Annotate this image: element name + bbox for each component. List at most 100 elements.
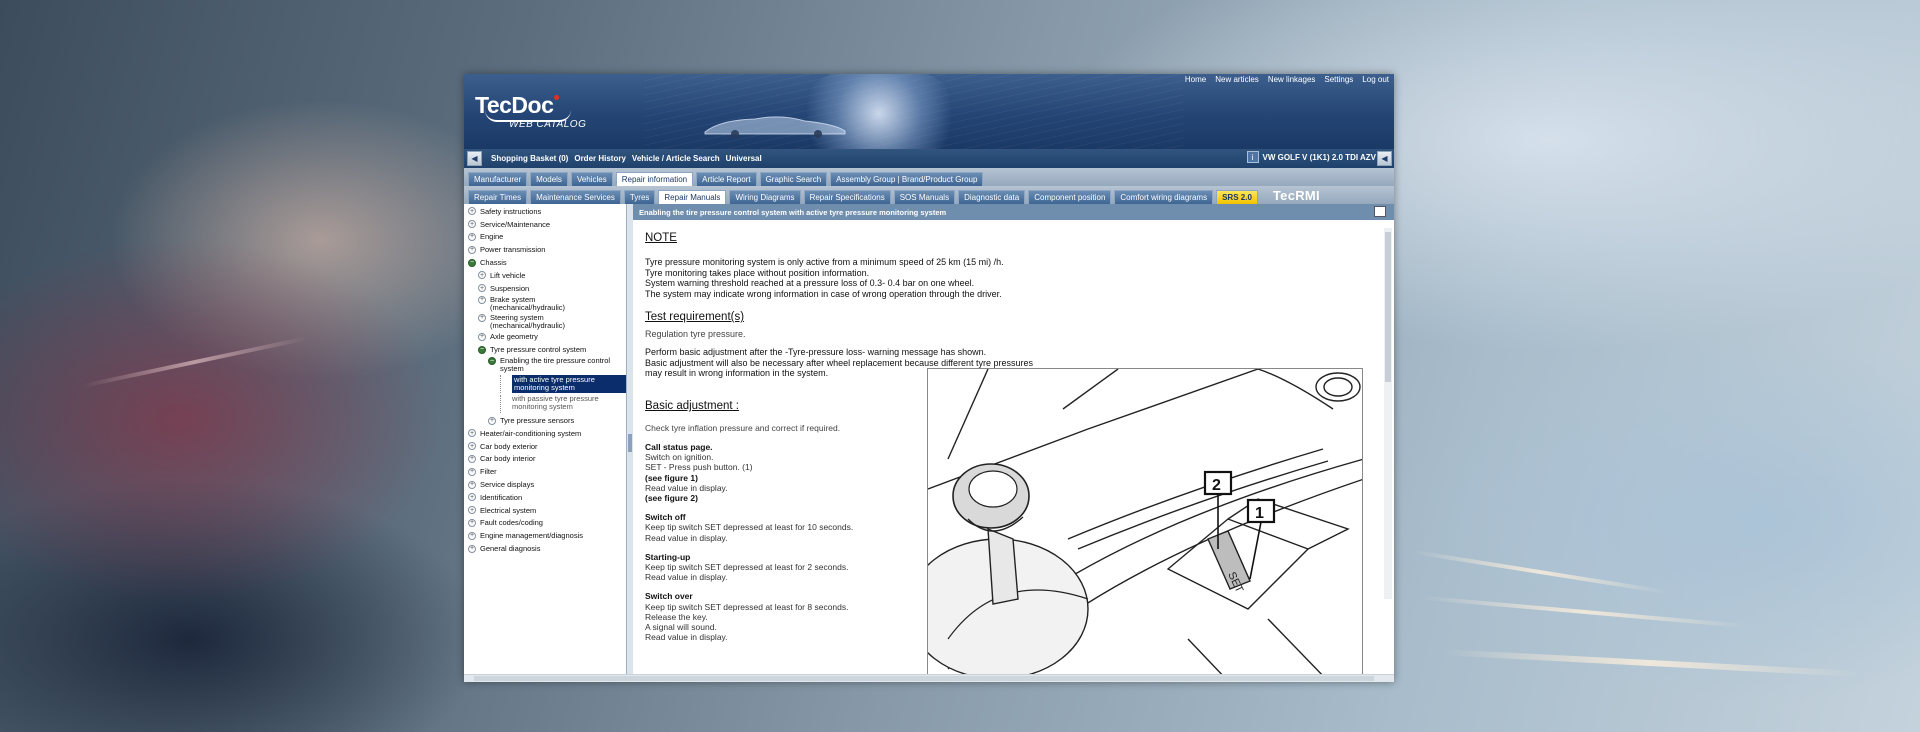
tab-assembly-group[interactable]: Assembly Group | Brand/Product Group bbox=[830, 172, 984, 186]
shopping-basket-link[interactable]: Shopping Basket (0) bbox=[491, 154, 568, 163]
tree-item-label: Steering system (mechanical/hydraulic) bbox=[490, 312, 566, 330]
vehicle-article-search-link[interactable]: Vehicle / Article Search bbox=[632, 154, 720, 163]
tree-item[interactable]: − Tyre pressure control system bbox=[464, 343, 626, 356]
tree-item[interactable]: − Chassis bbox=[464, 256, 626, 269]
expand-icon[interactable]: + bbox=[468, 220, 476, 229]
expand-icon[interactable]: + bbox=[488, 416, 496, 425]
tree-item[interactable]: + Electrical system bbox=[464, 504, 626, 517]
tab-maintenance-services[interactable]: Maintenance Services bbox=[530, 190, 621, 204]
tree-item[interactable]: + Engine management/diagnosis bbox=[464, 529, 626, 542]
tab-article-report[interactable]: Article Report bbox=[696, 172, 757, 186]
expand-icon[interactable]: + bbox=[468, 518, 476, 527]
tree-item-label: with active tyre pressure monitoring sys… bbox=[512, 375, 626, 394]
universal-link[interactable]: Universal bbox=[726, 154, 762, 163]
expand-icon[interactable]: + bbox=[478, 295, 486, 304]
horizontal-scrollbar[interactable] bbox=[464, 674, 1394, 682]
selected-vehicle[interactable]: i VW GOLF V (1K1) 2.0 TDI AZV bbox=[1246, 151, 1377, 163]
tab-repair-times[interactable]: Repair Times bbox=[468, 190, 528, 204]
vertical-scrollbar[interactable] bbox=[1384, 228, 1392, 599]
collapse-arrow-icon[interactable]: ◀ bbox=[1377, 151, 1392, 166]
collapse-icon[interactable]: − bbox=[468, 258, 476, 267]
tab-repair-information[interactable]: Repair information bbox=[615, 172, 694, 186]
tree-item[interactable]: + Lift vehicle bbox=[464, 269, 626, 282]
tab-repair-specifications[interactable]: Repair Specifications bbox=[803, 190, 891, 204]
tree-item[interactable]: + Axle geometry bbox=[464, 331, 626, 344]
step-line: Read value in display. bbox=[645, 572, 728, 583]
expand-icon[interactable]: + bbox=[468, 245, 476, 254]
tab-diagnostic-data[interactable]: Diagnostic data bbox=[958, 190, 1026, 204]
home-link[interactable]: Home bbox=[1185, 75, 1206, 84]
expand-icon[interactable]: + bbox=[468, 429, 476, 438]
app-header: TecDoc WEB CATALOG Home New articles New… bbox=[464, 74, 1394, 149]
tab-vehicles[interactable]: Vehicles bbox=[570, 172, 613, 186]
tree-item[interactable]: − Enabling the tire pressure control syst… bbox=[464, 356, 626, 374]
expand-icon[interactable]: + bbox=[478, 313, 486, 322]
tree-item[interactable]: + General diagnosis bbox=[464, 542, 626, 555]
expand-icon[interactable]: + bbox=[468, 544, 476, 553]
callout-1: 1 bbox=[1255, 505, 1264, 522]
document-pane: Enabling the tire pressure control syste… bbox=[633, 204, 1394, 682]
tree-item[interactable]: + Steering system (mechanical/hydraulic) bbox=[464, 313, 626, 331]
tab-wiring-diagrams[interactable]: Wiring Diagrams bbox=[729, 190, 801, 204]
instruction-step: Call status page. Switch on ignition. SET … bbox=[645, 442, 915, 503]
expand-icon[interactable]: + bbox=[468, 506, 476, 515]
tree-item[interactable]: with passive tyre pressure monitoring sy… bbox=[464, 394, 626, 414]
tree-item[interactable]: + Tyre pressure sensors bbox=[464, 414, 626, 427]
vehicle-info-icon[interactable]: i bbox=[1246, 151, 1259, 163]
tab-srs[interactable]: SRS 2.0 bbox=[1216, 190, 1258, 204]
expand-icon[interactable]: + bbox=[478, 284, 486, 293]
tree-item[interactable]: + Fault codes/coding bbox=[464, 517, 626, 530]
tree-item[interactable]: + Service displays bbox=[464, 478, 626, 491]
scrollbar-thumb[interactable] bbox=[1385, 232, 1391, 382]
print-icon[interactable] bbox=[1374, 206, 1386, 217]
tree-item-label: Service/Maintenance bbox=[480, 219, 551, 229]
expand-icon[interactable]: + bbox=[468, 493, 476, 502]
tree-item[interactable]: + Power transmission bbox=[464, 243, 626, 256]
tab-manufacturer[interactable]: Manufacturer bbox=[468, 172, 528, 186]
tab-comfort-wiring-diagrams[interactable]: Comfort wiring diagrams bbox=[1114, 190, 1214, 204]
top-links: Home New articles New linkages Settings … bbox=[1185, 75, 1389, 84]
expand-icon[interactable]: + bbox=[468, 442, 476, 451]
tecdoc-logo[interactable]: TecDoc WEB CATALOG bbox=[475, 92, 586, 130]
horizontal-scrollbar-thumb[interactable] bbox=[474, 676, 1374, 681]
tab-tyres[interactable]: Tyres bbox=[623, 190, 656, 204]
settings-link[interactable]: Settings bbox=[1324, 75, 1353, 84]
collapse-icon[interactable]: − bbox=[478, 345, 486, 354]
tree-item[interactable]: with active tyre pressure monitoring sys… bbox=[464, 374, 626, 394]
tree-item-label: Lift vehicle bbox=[490, 270, 526, 280]
tab-graphic-search[interactable]: Graphic Search bbox=[759, 172, 828, 186]
tree-item[interactable]: + Identification bbox=[464, 491, 626, 504]
back-arrow-icon[interactable]: ◀ bbox=[467, 151, 482, 166]
expand-icon[interactable]: + bbox=[478, 332, 486, 341]
expand-icon[interactable]: + bbox=[468, 531, 476, 540]
expand-icon[interactable]: + bbox=[468, 467, 476, 476]
expand-icon[interactable]: + bbox=[478, 271, 486, 280]
expand-icon[interactable]: + bbox=[468, 454, 476, 463]
new-linkages-link[interactable]: New linkages bbox=[1268, 75, 1316, 84]
new-articles-link[interactable]: New articles bbox=[1215, 75, 1259, 84]
order-history-link[interactable]: Order History bbox=[574, 154, 626, 163]
tab-repair-manuals[interactable]: Repair Manuals bbox=[658, 190, 727, 204]
tree-item[interactable]: + Filter bbox=[464, 465, 626, 478]
expand-icon[interactable]: + bbox=[468, 480, 476, 489]
tree-item[interactable]: + Safety instructions bbox=[464, 205, 626, 218]
tree-item-label: Chassis bbox=[480, 258, 507, 268]
tab-models[interactable]: Models bbox=[530, 172, 568, 186]
perform-line: Perform basic adjustment after the -Tyre… bbox=[645, 347, 987, 357]
tree-item[interactable]: + Car body interior bbox=[464, 453, 626, 466]
logout-link[interactable]: Log out bbox=[1362, 75, 1389, 84]
tree-item[interactable]: + Service/Maintenance bbox=[464, 218, 626, 231]
collapse-icon[interactable]: − bbox=[488, 357, 496, 366]
tree-item[interactable]: + Brake system (mechanical/hydraulic) bbox=[464, 295, 626, 313]
expand-icon[interactable]: + bbox=[468, 207, 476, 216]
document-title-bar: Enabling the tire pressure control syste… bbox=[633, 204, 1394, 220]
tab-sos-manuals[interactable]: SOS Manuals bbox=[893, 190, 956, 204]
vehicle-name: VW GOLF V (1K1) 2.0 TDI AZV bbox=[1262, 152, 1377, 162]
tree-item[interactable]: + Heater/air-conditioning system bbox=[464, 427, 626, 440]
tree-item[interactable]: + Car body exterior bbox=[464, 440, 626, 453]
tree-item[interactable]: + Suspension bbox=[464, 282, 626, 295]
splitter-grip[interactable] bbox=[628, 434, 632, 452]
expand-icon[interactable]: + bbox=[468, 232, 476, 241]
tab-component-position[interactable]: Component position bbox=[1028, 190, 1112, 204]
tree-item[interactable]: + Engine bbox=[464, 231, 626, 244]
